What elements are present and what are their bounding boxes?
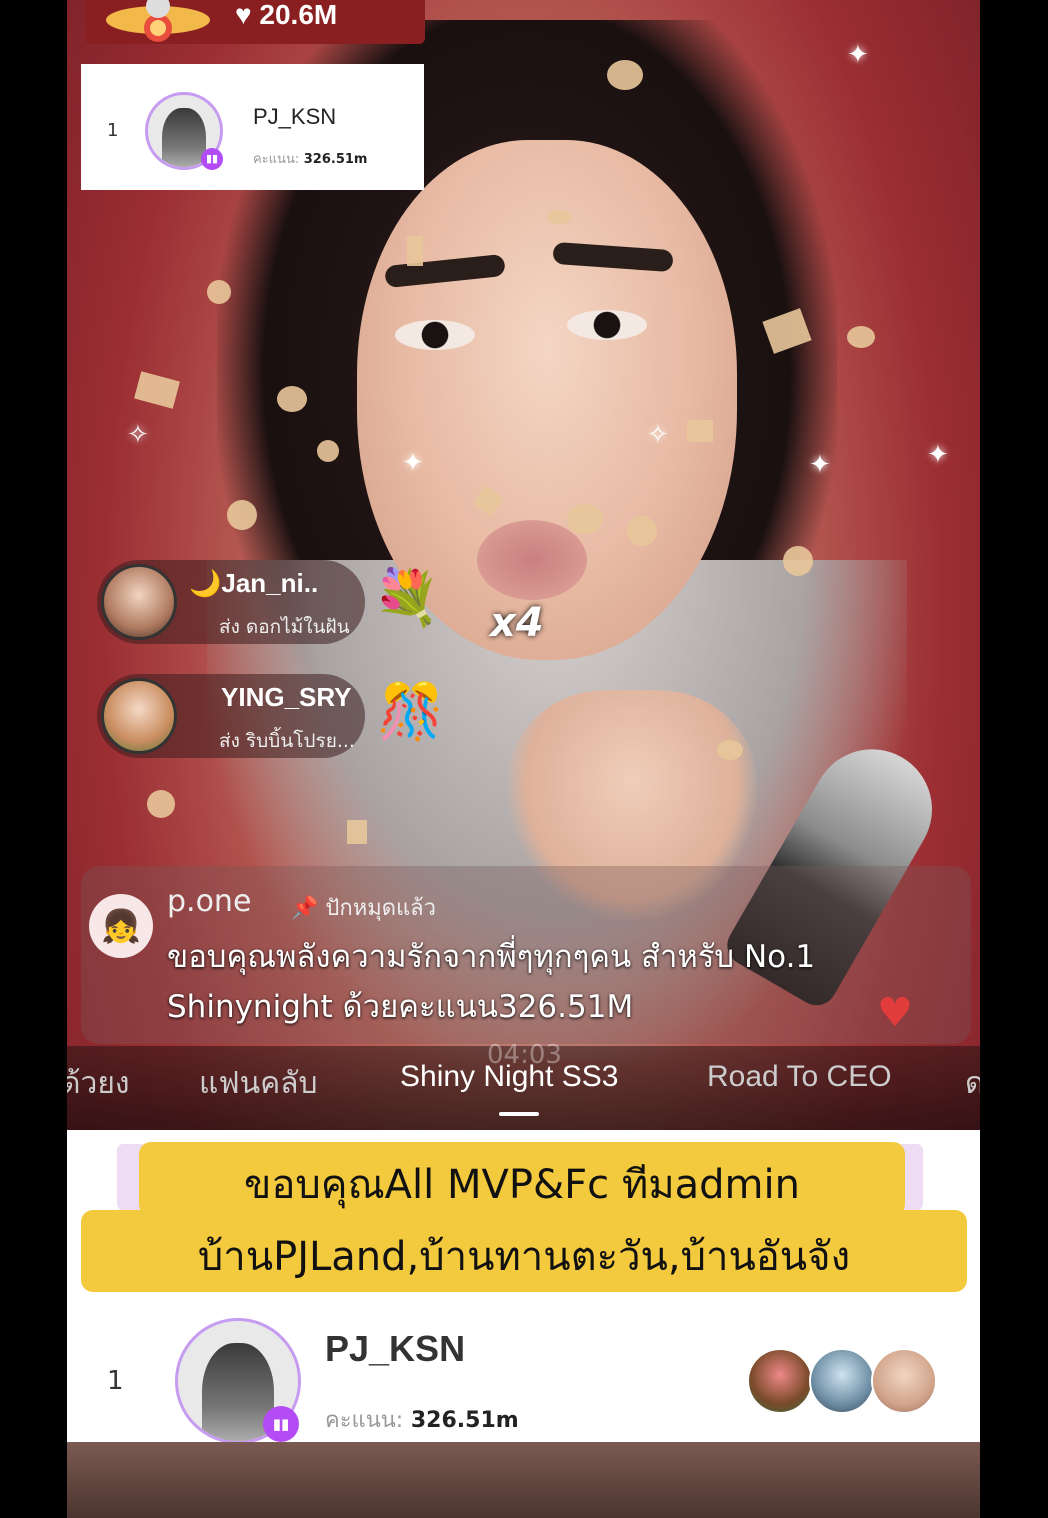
confetti-piece xyxy=(607,60,643,90)
supporter-avatar[interactable] xyxy=(871,1348,937,1414)
tab-partial-left[interactable]: ด้วยง xyxy=(67,1060,130,1107)
confetti-piece xyxy=(317,440,339,462)
gift-message: ส่ง ดอกไม้ในฝัน xyxy=(219,616,350,638)
wings-badge-icon xyxy=(106,0,210,42)
sparkle-icon: ✧ xyxy=(127,420,149,450)
sparkle-icon: ✧ xyxy=(647,420,669,450)
confetti-piece xyxy=(547,210,571,224)
like-bar: ♥ 20.6M xyxy=(85,0,425,44)
avatar[interactable] xyxy=(101,678,177,754)
confetti-piece xyxy=(207,280,231,304)
comment-username: p.one xyxy=(167,884,252,919)
video-lips xyxy=(477,520,587,600)
live-stream-view: ✦ ✦ ✧ ✦ ✧ ✦ ✦ ✧ ♥ 20.6M 1 ▮▮ PJ_KSN คะแน… xyxy=(67,0,980,1518)
gift-notification[interactable]: 🌙Jan_ni.. ส่ง ดอกไม้ในฝัน xyxy=(97,560,365,644)
tab-fanclub[interactable]: แฟนคลับ xyxy=(199,1060,318,1107)
video-eye-left xyxy=(395,320,475,350)
score-label: คะแนน: xyxy=(325,1408,404,1433)
like-count-value: 20.6M xyxy=(259,0,338,30)
gift-message: ส่ง ริบบิ้นโปรย... xyxy=(219,730,355,752)
supporter-avatar[interactable] xyxy=(809,1348,875,1414)
avatar[interactable] xyxy=(101,564,177,640)
rank-username: PJ_KSN xyxy=(325,1328,466,1369)
score-label: คะแนน: xyxy=(253,152,300,167)
comment-text: ขอบคุณพลังความรักจากพี่ๆทุกๆคน สำหรับ No… xyxy=(167,939,816,1025)
banner-line-2: บ้านPJLand,บ้านทานตะวัน,บ้านอันจัง xyxy=(197,1234,851,1280)
rank-position: 1 xyxy=(107,1366,124,1396)
level-badge-icon: ▮▮ xyxy=(263,1406,299,1442)
level-badge-icon: ▮▮ xyxy=(201,148,223,170)
gift-sender-name: 🌙Jan_ni.. xyxy=(189,568,319,598)
confetti-piece xyxy=(347,820,367,844)
avatar[interactable]: 👧 xyxy=(89,894,153,958)
rank-score: คะแนน: 326.51m xyxy=(253,148,367,169)
thank-you-banner-2: บ้านPJLand,บ้านทานตะวัน,บ้านอันจัง xyxy=(81,1210,967,1292)
confetti-piece xyxy=(227,500,257,530)
sparkle-icon: ✦ xyxy=(847,40,869,70)
banner-line-1: ขอบคุณAll MVP&Fc ทีมadmin xyxy=(244,1162,800,1208)
rank-score: คะแนน: 326.51m xyxy=(325,1402,519,1437)
confetti-piece xyxy=(847,326,875,348)
gift-combo-count: x4 xyxy=(490,600,544,646)
rank-position: 1 xyxy=(107,120,119,141)
ranking-panel: ขอบคุณAll MVP&Fc ทีมadmin บ้านPJLand,บ้า… xyxy=(67,1130,980,1444)
pin-status: 📌 ปักหมุดแล้ว xyxy=(291,890,436,925)
flower-bouquet-icon: 💐 xyxy=(373,566,441,629)
confetti-piece xyxy=(783,546,813,576)
score-value: 326.51m xyxy=(303,152,368,167)
confetti-piece xyxy=(147,790,175,818)
confetti-piece xyxy=(407,236,423,266)
ribbon-confetti-icon: 🎊 xyxy=(377,680,445,743)
pin-icon: 📌 xyxy=(291,896,319,921)
tab-partial-right[interactable]: ด xyxy=(965,1060,980,1107)
avatar-image xyxy=(162,107,206,167)
sparkle-icon: ✦ xyxy=(809,450,831,480)
tab-road-to-ceo[interactable]: Road To CEO xyxy=(707,1060,892,1094)
sparkle-icon: ✦ xyxy=(402,448,424,478)
pinned-comment[interactable]: 👧 p.one 📌 ปักหมุดแล้ว ขอบคุณพลังความรักจ… xyxy=(81,866,971,1044)
confetti-piece xyxy=(567,504,603,534)
video-bottom-preview xyxy=(67,1442,980,1518)
tab-shiny-night-ss3[interactable]: Shiny Night SS3 xyxy=(400,1060,618,1094)
confetti-piece xyxy=(277,386,307,412)
supporter-avatar[interactable] xyxy=(747,1348,813,1414)
gift-sender-name: YING_SRY xyxy=(221,682,352,712)
heart-icon: ♥ xyxy=(877,990,913,1036)
sparkle-icon: ✦ xyxy=(927,440,949,470)
video-eye-right xyxy=(567,310,647,340)
category-tabs: 04:03 ด้วยง แฟนคลับ Shiny Night SS3 Road… xyxy=(67,1040,980,1130)
top-rank-card[interactable]: 1 ▮▮ PJ_KSN คะแนน: 326.51m xyxy=(81,64,424,190)
thank-you-banner: ขอบคุณAll MVP&Fc ทีมadmin xyxy=(139,1142,905,1216)
confetti-piece xyxy=(687,420,713,442)
confetti-piece xyxy=(134,371,180,409)
rank-username: PJ_KSN xyxy=(253,104,337,129)
active-tab-indicator xyxy=(499,1112,539,1116)
gift-notification[interactable]: YING_SRY ส่ง ริบบิ้นโปรย... xyxy=(97,674,365,758)
pin-label: ปักหมุดแล้ว xyxy=(325,896,436,921)
score-value: 326.51m xyxy=(410,1408,519,1433)
like-count: ♥ 20.6M xyxy=(235,0,338,30)
confetti-piece xyxy=(717,740,743,760)
confetti-piece xyxy=(627,516,657,546)
